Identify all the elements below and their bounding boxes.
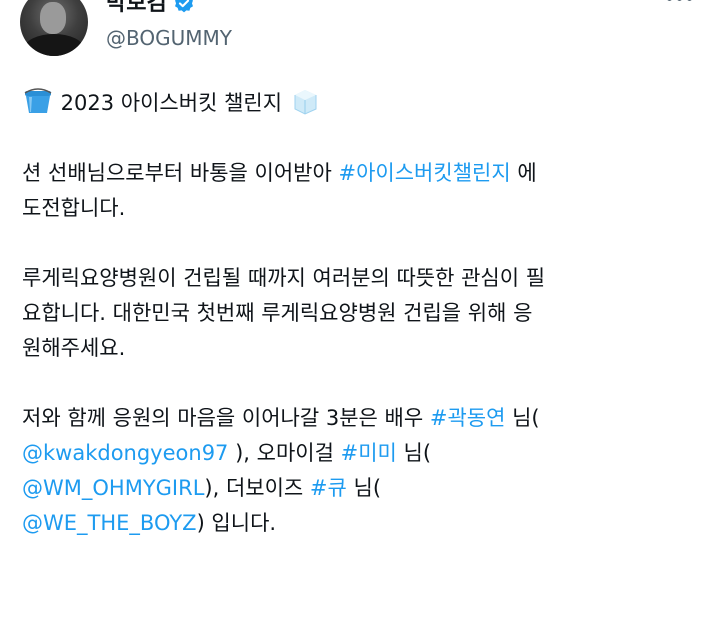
hashtag-icebucket[interactable]: #아이스버킷챌린지 <box>339 161 511 185</box>
mention-kwakdongyeon97[interactable]: @kwakdongyeon97 <box>22 441 228 465</box>
p2-line1: 루게릭요양병원이 건립될 때까지 여러분의 따뜻한 관심이 필 <box>22 261 712 296</box>
mention-wm-ohmygirl[interactable]: @WM_OHMYGIRL <box>22 476 204 500</box>
p3-line3: @WM_OHMYGIRL), 더보이즈 #큐 님( <box>22 471 712 506</box>
p3-text-f: 님( <box>346 476 382 500</box>
avatar-face <box>40 2 66 34</box>
p1-text-c: 도전합니다. <box>22 196 126 220</box>
p2-text-l1: 루게릭요양병원이 건립될 때까지 여러분의 따뜻한 관심이 필 <box>22 266 546 290</box>
hashtag-q[interactable]: #큐 <box>310 476 347 500</box>
p3-line2: @kwakdongyeon97 ), 오마이걸 #미미 님( <box>22 436 712 471</box>
verified-badge-icon <box>174 0 193 13</box>
mention-we-the-boyz[interactable]: @WE_THE_BOYZ <box>22 511 197 535</box>
name-row: 박보검 <box>106 0 195 18</box>
tweet-title-text: 2023 아이스버킷 챌린지 <box>54 91 289 115</box>
more-dot <box>677 0 682 1</box>
tweet-body: 2023 아이스버킷 챌린지 션 선배님으로부터 바통을 이어받아 #아이스버킷… <box>22 86 712 541</box>
avatar-shoulders <box>24 34 84 56</box>
display-name[interactable]: 박보검 <box>106 0 167 16</box>
hashtag-mimi[interactable]: #미미 <box>341 441 397 465</box>
p3-text-c: ), 오마이걸 <box>228 441 341 465</box>
p1-text-a: 션 선배님으로부터 바통을 이어받아 <box>22 161 339 185</box>
p3-text-e: ), 더보이즈 <box>204 476 310 500</box>
p2-text-l2: 요합니다. 대한민국 첫번째 루게릭요양병원 건립을 위해 응 <box>22 301 533 325</box>
hashtag-kwakdongyeon[interactable]: #곽동연 <box>430 406 506 430</box>
user-handle[interactable]: @BOGUMMY <box>106 25 232 51</box>
p2-text-l3: 원해주세요. <box>22 336 126 360</box>
p3-line1: 저와 함께 응원의 마음을 이어나갈 3분은 배우 #곽동연 님( <box>22 401 712 436</box>
p3-text-d: 님( <box>396 441 432 465</box>
p1-line2: 도전합니다. <box>22 191 712 226</box>
more-options-icon[interactable] <box>667 0 692 1</box>
bucket-emoji <box>24 88 52 113</box>
ice-cube-emoji <box>294 90 317 115</box>
p2-line2: 요합니다. 대한민국 첫번째 루게릭요양병원 건립을 위해 응 <box>22 296 712 331</box>
tweet-title-line: 2023 아이스버킷 챌린지 <box>22 86 712 121</box>
profile-avatar[interactable] <box>20 0 88 56</box>
p3-line4: @WE_THE_BOYZ) 입니다. <box>22 506 712 541</box>
more-dot <box>687 0 692 1</box>
p2-line3: 원해주세요. <box>22 331 712 366</box>
p1-text-b: 에 <box>510 161 537 185</box>
p3-text-g: ) 입니다. <box>196 511 277 535</box>
p1-line1: 션 선배님으로부터 바통을 이어받아 #아이스버킷챌린지 에 <box>22 156 712 191</box>
more-dot <box>667 0 672 1</box>
p3-text-a: 저와 함께 응원의 마음을 이어나갈 3분은 배우 <box>22 406 430 430</box>
p3-text-b: 님( <box>505 406 540 430</box>
